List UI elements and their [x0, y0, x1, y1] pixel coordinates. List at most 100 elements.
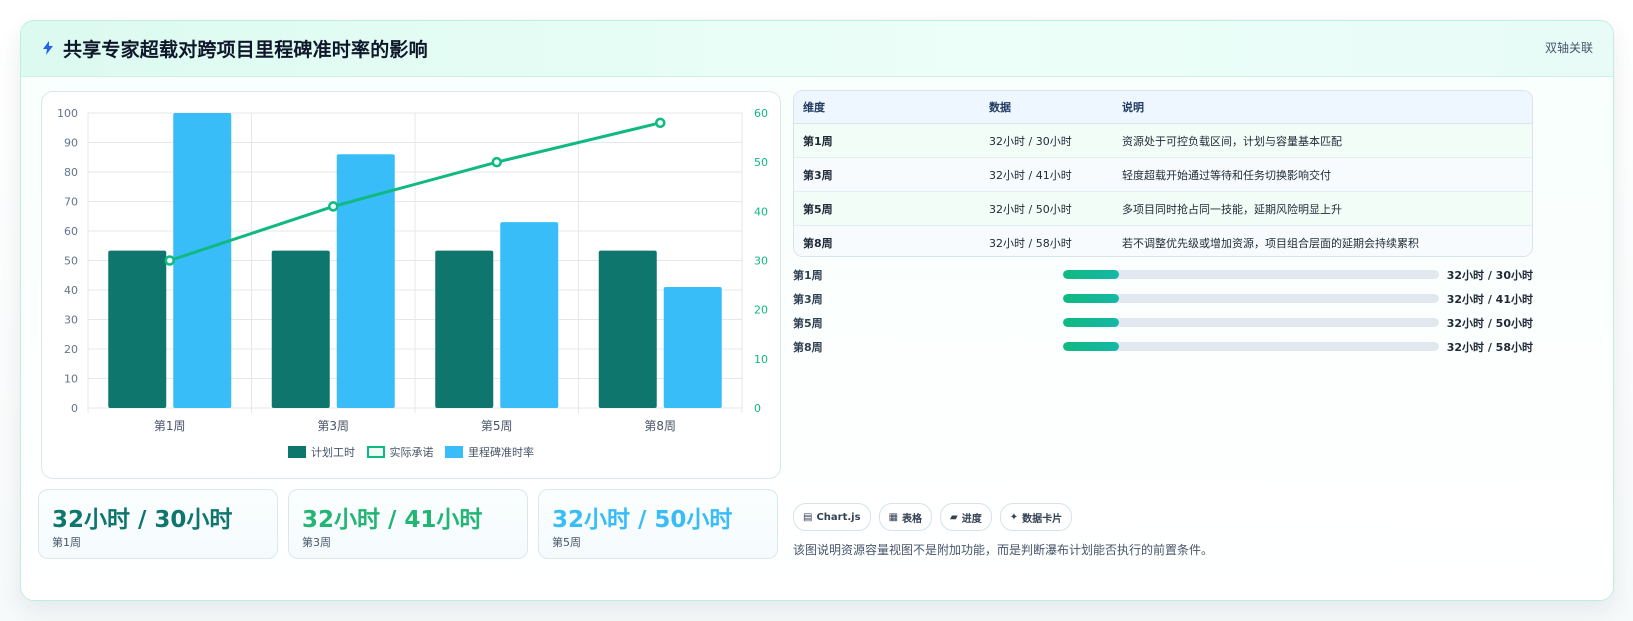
- left-axis-tick-label: 60: [64, 225, 78, 238]
- progress-track: [1063, 294, 1439, 303]
- kpi-value: 32小时 / 50小时: [552, 507, 733, 533]
- table-cell: 32小时 / 50小时: [980, 191, 1113, 226]
- table-cell: 资源处于可控负载区间，计划与容量基本匹配: [1113, 123, 1532, 158]
- progress-label: 第1周: [793, 269, 823, 282]
- data-table: 维度 数据 说明 第1周 32小时 / 30小时 资源处于可控负载区间，计划与容…: [794, 91, 1532, 256]
- table-row: 第1周 32小时 / 30小时 资源处于可控负载区间，计划与容量基本匹配: [794, 123, 1532, 158]
- left-axis-tick-label: 50: [64, 255, 78, 268]
- legend-label-committed: 实际承诺: [389, 446, 434, 459]
- table-icon: ▦: [888, 511, 899, 523]
- kpi-card-week1: 32小时 / 30小时 第1周: [38, 489, 278, 559]
- lightning-icon: [43, 41, 53, 55]
- right-axis-tick-label: 30: [754, 255, 768, 268]
- chip-label: 数据卡片: [1022, 513, 1063, 525]
- x-axis-tick-label: 第5周: [481, 419, 513, 433]
- progress-fill: [1063, 270, 1120, 279]
- footnote: 该图说明资源容量视图不是附加功能，而是判断瀑布计划能否执行的前置条件。: [793, 543, 1214, 557]
- chip-table[interactable]: ▦ 表格: [878, 503, 933, 531]
- left-axis-tick-label: 10: [64, 373, 78, 386]
- bar-ontime: [500, 222, 559, 408]
- kpi-card-week3: 32小时 / 41小时 第3周: [288, 489, 528, 559]
- x-axis-tick-label: 第1周: [154, 419, 186, 433]
- table-cell: 若不调整优先级或增加资源，项目组合层面的延期会持续累积: [1113, 225, 1532, 256]
- progress-value: 32小时 / 30小时: [1446, 269, 1533, 282]
- kpi-label: 第5周: [552, 536, 581, 549]
- chip-chartjs[interactable]: ▤ Chart.js: [793, 503, 871, 531]
- right-axis-tick-label: 10: [754, 353, 768, 366]
- table-cell: 32小时 / 58小时: [980, 225, 1113, 256]
- progress-label: 第3周: [793, 293, 823, 306]
- progress-label: 第5周: [793, 317, 823, 330]
- table-cell: 32小时 / 41小时: [980, 157, 1113, 192]
- left-axis-tick-label: 0: [71, 402, 78, 415]
- progress-track: [1063, 270, 1439, 279]
- kpi-value: 32小时 / 41小时: [302, 507, 483, 533]
- column-header-dimension: 维度: [794, 91, 980, 124]
- combo-chart: 0 10 20 30 40 50 60 70 80 90 100 0 10 20 30 40 50 60 第1周 第3…: [57, 107, 768, 433]
- progress-fill: [1063, 342, 1120, 351]
- left-axis-tick-label: 100: [57, 107, 78, 120]
- dashboard-card: 共享专家超载对跨项目里程碑准时率的影响 双轴关联 0 10 20 30 40 50 60 70…: [20, 20, 1614, 601]
- progress-track: [1063, 342, 1439, 351]
- point-committed: [655, 117, 666, 129]
- progress-row-week5: 第5周 32小时 / 50小时: [793, 312, 1533, 332]
- table-row: 第8周 32小时 / 58小时 若不调整优先级或增加资源，项目组合层面的延期会持…: [794, 225, 1532, 256]
- legend-swatch-committed: [366, 446, 385, 458]
- legend-swatch-ontime: [445, 446, 463, 458]
- chip-data-cards[interactable]: ✦ 数据卡片: [999, 503, 1073, 531]
- right-axis-tick-label: 20: [754, 304, 768, 317]
- kpi-label: 第1周: [52, 536, 81, 549]
- progress-track: [1063, 318, 1439, 327]
- legend-item-planned[interactable]: 计划工时: [288, 444, 355, 460]
- right-axis-tick-label: 40: [754, 205, 768, 218]
- progress-row-week3: 第3周 32小时 / 41小时: [793, 288, 1533, 308]
- table-row: 第3周 32小时 / 41小时 轻度超载开始通过等待和任务切换影响交付: [794, 157, 1532, 192]
- legend-label-planned: 计划工时: [311, 446, 355, 459]
- left-axis-tick-label: 80: [64, 166, 78, 179]
- table-cell: 32小时 / 30小时: [980, 123, 1113, 158]
- point-committed: [164, 255, 175, 266]
- feature-chips: ▤ Chart.js ▦ 表格 ▰ 进度 ✦ 数据卡片: [793, 503, 1073, 531]
- sparkle-icon: ✦: [1009, 511, 1019, 523]
- right-axis-tick-label: 0: [754, 402, 761, 415]
- table-cell: 第8周: [794, 225, 980, 256]
- x-axis-tick-label: 第3周: [317, 419, 349, 433]
- data-table-wrapper: 维度 数据 说明 第1周 32小时 / 30小时 资源处于可控负载区间，计划与容…: [793, 90, 1533, 257]
- kpi-label: 第3周: [302, 536, 331, 549]
- legend-item-ontime[interactable]: 里程碑准时率: [445, 444, 534, 460]
- progress-fill: [1063, 294, 1120, 303]
- left-axis-tick-label: 30: [64, 314, 78, 327]
- bar-ontime: [663, 287, 722, 408]
- progress-row-week8: 第8周 32小时 / 58小时: [793, 336, 1533, 356]
- point-committed: [328, 201, 339, 212]
- legend-item-committed[interactable]: 实际承诺: [366, 444, 434, 460]
- left-axis-tick-label: 70: [64, 196, 78, 209]
- chip-label: 表格: [902, 513, 923, 525]
- progress-value: 32小时 / 58小时: [1446, 341, 1533, 354]
- left-axis-tick-label: 90: [64, 137, 78, 150]
- x-axis-tick-label: 第8周: [644, 419, 676, 433]
- left-axis-tick-label: 20: [64, 343, 78, 356]
- legend-label-ontime: 里程碑准时率: [468, 446, 534, 459]
- bar-planned: [598, 250, 657, 408]
- left-axis-tick-label: 40: [64, 284, 78, 297]
- legend-swatch-planned: [288, 446, 306, 458]
- table-cell: 第1周: [794, 123, 980, 158]
- page-title: 共享专家超载对跨项目里程碑准时率的影响: [63, 39, 428, 61]
- chart-panel: 0 10 20 30 40 50 60 70 80 90 100 0 10 20 30 40 50 60 第1周 第3…: [41, 91, 781, 479]
- chart-icon: ▤: [803, 511, 813, 523]
- table-row: 第5周 32小时 / 50小时 多项目同时抢占同一技能，延期风险明显上升: [794, 191, 1532, 226]
- table-cell: 轻度超载开始通过等待和任务切换影响交付: [1113, 157, 1532, 192]
- dual-axis-tag: 双轴关联: [1544, 41, 1593, 55]
- table-cell: 第5周: [794, 191, 980, 226]
- bar-planned: [435, 250, 494, 408]
- column-header-description: 说明: [1113, 91, 1532, 124]
- bar-ontime: [173, 113, 232, 408]
- kpi-card-week5: 32小时 / 50小时 第5周: [538, 489, 778, 559]
- table-header-row: 维度 数据 说明: [794, 91, 1532, 124]
- chip-progress[interactable]: ▰ 进度: [940, 503, 992, 531]
- chip-label: 进度: [961, 513, 982, 525]
- column-header-data: 数据: [980, 91, 1113, 124]
- bar-planned: [108, 250, 167, 408]
- kpi-value: 32小时 / 30小时: [52, 507, 233, 533]
